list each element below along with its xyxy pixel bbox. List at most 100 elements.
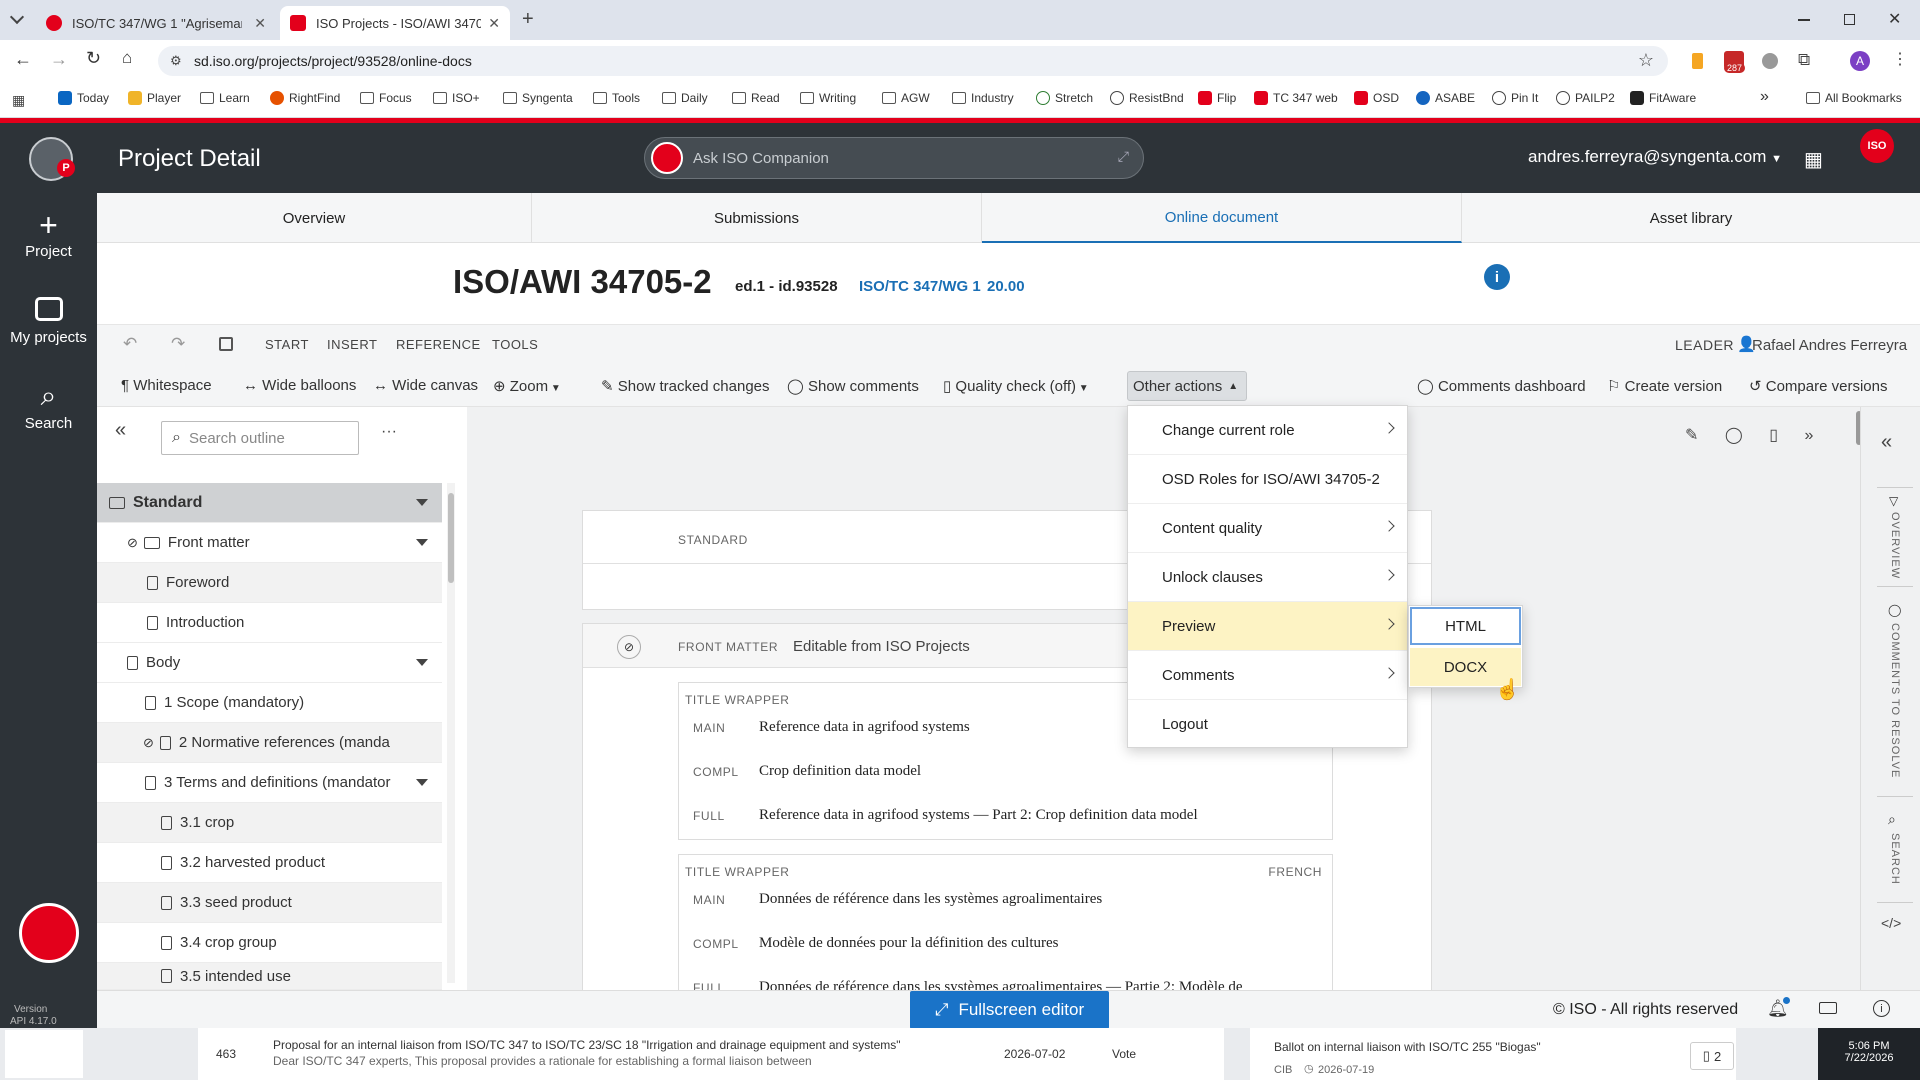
bookmark-industry[interactable]: Industry	[952, 91, 1014, 105]
rail-project[interactable]: + Project	[0, 209, 97, 260]
undo-icon[interactable]: ↶	[123, 334, 137, 354]
fr-compl-title[interactable]: Modèle de données pour la définition des…	[759, 935, 1059, 952]
menu-osd-roles[interactable]: OSD Roles for ISO/AWI 34705-2	[1128, 455, 1407, 504]
chevron-down-icon[interactable]	[416, 659, 428, 666]
save-icon[interactable]	[219, 337, 233, 351]
site-info-icon[interactable]: ⚙	[170, 53, 182, 69]
scroll-thumb[interactable]	[448, 493, 454, 583]
outline-search-input[interactable]: ⌕ Search outline	[161, 421, 359, 455]
redo-icon[interactable]: ↷	[171, 334, 185, 354]
menu-logout[interactable]: Logout	[1128, 700, 1407, 749]
wide-canvas-button[interactable]: ↔ Wide canvas	[373, 377, 478, 394]
expand-right-icon[interactable]: »	[1804, 427, 1813, 444]
menu-content-quality[interactable]: Content quality	[1128, 504, 1407, 553]
bookmark-read[interactable]: Read	[732, 91, 780, 105]
expand-icon[interactable]: ⤢	[1118, 148, 1129, 165]
apps-grid-icon[interactable]: ▦	[1804, 147, 1823, 172]
bookmark-player[interactable]: Player	[128, 91, 181, 105]
collapse-panel-icon[interactable]: «	[115, 419, 126, 442]
outline-scrollbar[interactable]	[447, 483, 455, 983]
tab-online-document[interactable]: Online document	[982, 193, 1462, 243]
bookmark-resistbnd[interactable]: ResistBnd	[1110, 91, 1184, 105]
en-full-title[interactable]: Reference data in agrifood systems — Par…	[759, 807, 1198, 824]
restore-icon[interactable]	[1844, 14, 1855, 25]
fr-main-title[interactable]: Données de référence dans les systèmes a…	[759, 891, 1102, 908]
bookmark-focus[interactable]: Focus	[360, 91, 412, 105]
rail-my-projects[interactable]: My projects	[0, 297, 97, 346]
forward-icon[interactable]: →	[50, 49, 68, 70]
menu-tools[interactable]: TOOLS	[492, 337, 538, 352]
tab-list-chevron-icon[interactable]	[9, 9, 25, 25]
bookmark-tc347-web[interactable]: TC 347 web	[1254, 91, 1338, 105]
browser-tab-tc347[interactable]: ISO/TC 347/WG 1 "Agrisemanti ✕	[36, 6, 276, 40]
info-icon[interactable]: i	[1484, 264, 1510, 290]
keyboard-icon[interactable]	[1819, 1002, 1837, 1014]
bookmark-pailp2[interactable]: PAILP2	[1556, 91, 1615, 105]
bookmark-daily[interactable]: Daily	[662, 91, 708, 105]
compare-versions-button[interactable]: ↺ Compare versions	[1749, 377, 1887, 395]
bookmark-star-icon[interactable]: ☆	[1638, 50, 1654, 71]
rail-search[interactable]: ⌕ Search	[0, 379, 97, 432]
bookmark-asabe[interactable]: ASABE	[1416, 91, 1475, 105]
bookmark-osd[interactable]: OSD	[1354, 91, 1399, 105]
browser-tab-iso-projects[interactable]: ISO Projects - ISO/AWI 34705-2 ✕	[280, 6, 510, 40]
browser-menu-icon[interactable]: ⋮	[1892, 49, 1908, 69]
tab-submissions[interactable]: Submissions	[532, 193, 982, 243]
chevron-down-icon[interactable]	[416, 539, 428, 546]
code-icon[interactable]: </>	[1881, 915, 1901, 931]
more-icon[interactable]: ···	[381, 423, 397, 441]
tab-overview[interactable]: Overview	[97, 193, 532, 243]
back-icon[interactable]: ←	[14, 49, 32, 70]
bookmark-tools[interactable]: Tools	[593, 91, 640, 105]
bookmark-syngenta[interactable]: Syngenta	[503, 91, 573, 105]
outline-item-3-4[interactable]: 3.4 crop group	[97, 923, 442, 963]
outline-item-foreword[interactable]: Foreword	[97, 563, 442, 603]
menu-unlock-clauses[interactable]: Unlock clauses	[1128, 553, 1407, 602]
doc-committee[interactable]: ISO/TC 347/WG 1	[859, 278, 981, 295]
tab-asset-library[interactable]: Asset library	[1462, 193, 1920, 243]
outline-item-scope[interactable]: 1 Scope (mandatory)	[97, 683, 442, 723]
reload-icon[interactable]: ↻	[86, 48, 101, 69]
outline-item-3-2[interactable]: 3.2 harvested product	[97, 843, 442, 883]
companion-search[interactable]: Ask ISO Companion ⤢	[644, 137, 1144, 179]
zoom-button[interactable]: ⊕ Zoom ▼	[493, 377, 561, 395]
bookmarks-overflow-icon[interactable]: »	[1760, 88, 1769, 106]
quality-check-button[interactable]: ▯ Quality check (off) ▼	[943, 377, 1089, 395]
menu-reference[interactable]: REFERENCE	[396, 337, 481, 352]
outline-item-introduction[interactable]: Introduction	[97, 603, 442, 643]
tracked-changes-button[interactable]: ✎ Show tracked changes	[601, 377, 770, 395]
profile-avatar[interactable]: A	[1850, 51, 1870, 71]
new-tab-icon[interactable]: +	[522, 8, 534, 31]
en-main-title[interactable]: Reference data in agrifood systems	[759, 719, 970, 736]
fullscreen-editor-button[interactable]: ⤢ Fullscreen editor	[910, 991, 1109, 1029]
bookmark-agw[interactable]: AGW	[882, 91, 930, 105]
title-wrapper-fr[interactable]: TITLE WRAPPER FRENCH MAIN Données de réf…	[678, 854, 1333, 995]
minimize-icon[interactable]	[1798, 19, 1810, 21]
iso-logo[interactable]: ISO	[1860, 129, 1894, 163]
extension-orange-icon[interactable]	[1692, 53, 1703, 69]
extensions-puzzle-icon[interactable]: ⧉	[1798, 50, 1810, 70]
outline-item-body[interactable]: Body	[97, 643, 442, 683]
clipboard-icon[interactable]: ▯	[1769, 427, 1778, 444]
outline-item-3-1[interactable]: 3.1 crop	[97, 803, 442, 843]
companion-globe-icon[interactable]	[19, 903, 79, 963]
bookmark-iso-plus[interactable]: ISO+	[433, 91, 480, 105]
chevron-down-icon[interactable]	[416, 499, 428, 506]
menu-comments[interactable]: Comments	[1128, 651, 1407, 700]
bookmark-writing[interactable]: Writing	[800, 91, 856, 105]
bookmark-flip[interactable]: Flip	[1198, 91, 1236, 105]
whitespace-button[interactable]: ¶ Whitespace	[121, 377, 212, 394]
comment-icon[interactable]: ◯	[1725, 427, 1743, 444]
extension-gray-icon[interactable]	[1762, 53, 1778, 69]
ballot-doc-count[interactable]: ▯ 2	[1690, 1042, 1734, 1070]
user-menu[interactable]: andres.ferreyra@syngenta.com ▼	[1528, 147, 1782, 167]
bookmark-rightfind[interactable]: RightFind	[270, 91, 340, 105]
url-input[interactable]: ⚙ sd.iso.org/projects/project/93528/onli…	[158, 46, 1668, 76]
chevron-down-icon[interactable]	[416, 779, 428, 786]
create-version-button[interactable]: ⚐ Create version	[1607, 377, 1722, 395]
menu-preview[interactable]: Preview	[1128, 602, 1407, 651]
side-tab-comments[interactable]: ◯ COMMENTS TO RESOLVE	[1877, 597, 1913, 797]
outline-item-front-matter[interactable]: ⊘ Front matter	[97, 523, 442, 563]
collapse-right-icon[interactable]: «	[1881, 431, 1892, 454]
bookmark-fitaware[interactable]: FitAware	[1630, 91, 1696, 105]
